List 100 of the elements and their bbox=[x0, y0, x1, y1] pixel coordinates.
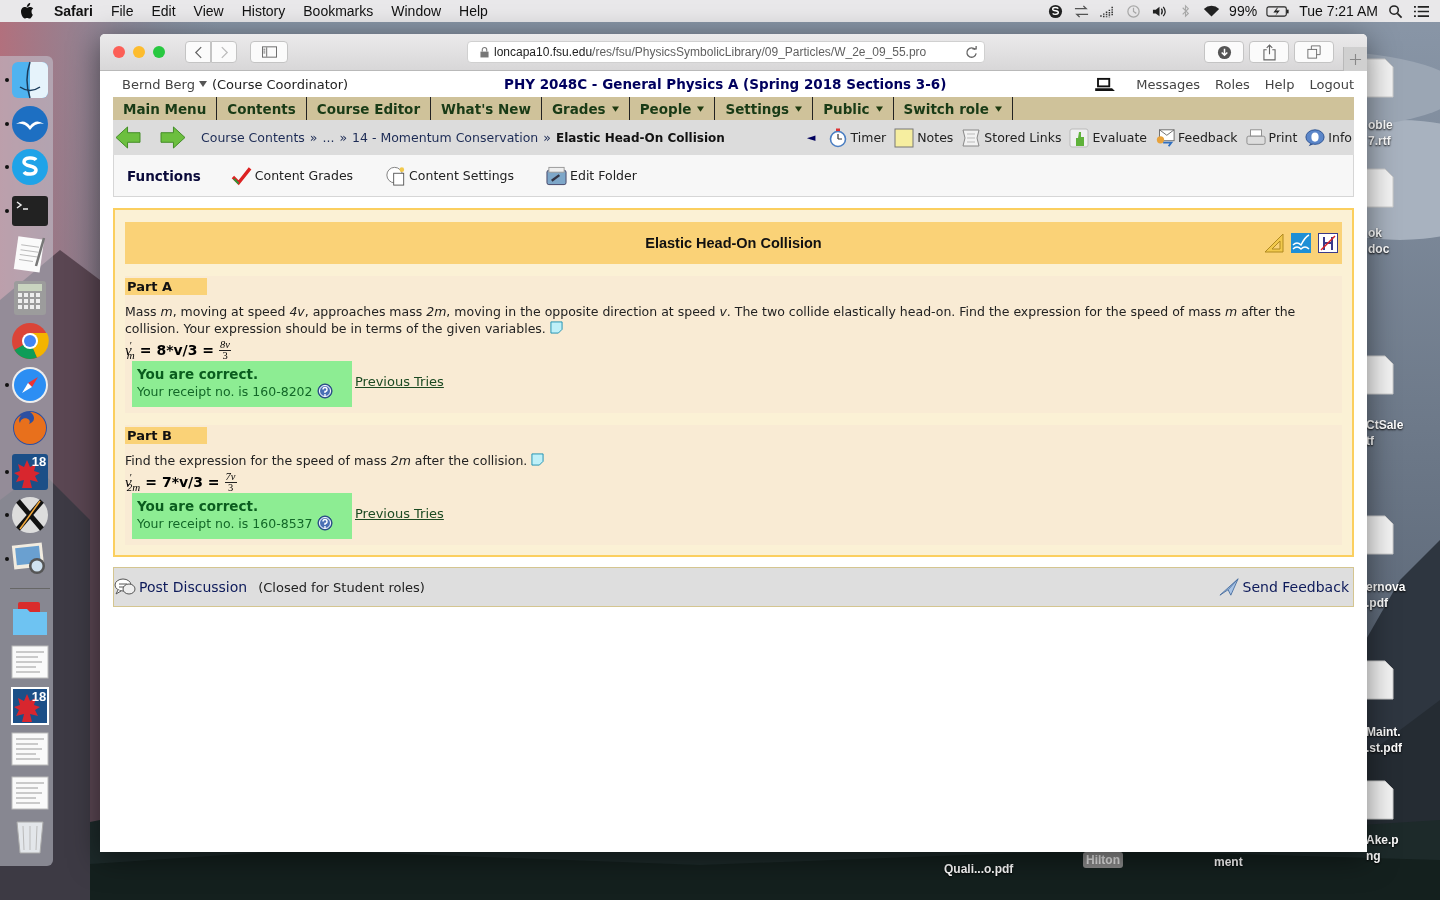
receipt-text: Your receipt no. is 160-8537 bbox=[137, 515, 313, 531]
finder-icon[interactable] bbox=[9, 60, 50, 100]
chrome-icon[interactable] bbox=[9, 321, 50, 361]
header-link[interactable]: Roles bbox=[1215, 76, 1250, 92]
notification-list-icon[interactable] bbox=[1413, 3, 1430, 19]
reload-icon[interactable] bbox=[965, 46, 978, 59]
hint-box-icon[interactable] bbox=[1318, 233, 1338, 253]
tool-link[interactable]: Feedback bbox=[1155, 127, 1238, 148]
help-icon[interactable] bbox=[316, 383, 333, 399]
computer-icon[interactable] bbox=[1095, 76, 1117, 92]
clock[interactable]: Tue 7:21 AM bbox=[1299, 3, 1378, 19]
app-menu[interactable]: Safari bbox=[54, 3, 93, 19]
tool-link[interactable]: Timer bbox=[827, 127, 887, 148]
running-indicator bbox=[4, 165, 9, 169]
x11-icon[interactable] bbox=[9, 495, 50, 535]
tabs-button[interactable] bbox=[1294, 41, 1334, 63]
sync-icon[interactable] bbox=[1073, 3, 1091, 19]
back-button[interactable] bbox=[185, 41, 211, 63]
chevron-left-icon bbox=[193, 45, 203, 59]
file-label[interactable]: ment bbox=[1214, 854, 1243, 870]
breadcrumb-link[interactable]: ... bbox=[322, 130, 335, 145]
document-icon[interactable] bbox=[1364, 660, 1394, 700]
caret-icon bbox=[875, 105, 883, 112]
file-label[interactable]: ok doc bbox=[1368, 225, 1390, 257]
question-text: Find the expression for the speed of mass 2m after the collision. bbox=[125, 452, 1342, 469]
document-thumbnail-icon[interactable] bbox=[9, 642, 50, 682]
share-icon bbox=[1262, 43, 1276, 61]
tool-link[interactable]: Stored Links bbox=[961, 127, 1062, 148]
user-menu[interactable]: Bernd Berg bbox=[122, 76, 207, 92]
mail-icon bbox=[1155, 127, 1176, 148]
search-icon[interactable] bbox=[1387, 3, 1404, 19]
function-link[interactable]: Content Grades bbox=[230, 165, 354, 186]
help-icon[interactable] bbox=[316, 515, 333, 531]
function-link[interactable]: Edit Folder bbox=[546, 165, 637, 186]
breadcrumb-separator: » bbox=[543, 130, 551, 145]
header-link[interactable]: Messages bbox=[1136, 76, 1201, 92]
breadcrumb-link[interactable]: Course Contents bbox=[201, 130, 305, 145]
running-indicator bbox=[4, 469, 9, 474]
lock-icon bbox=[480, 46, 489, 58]
file-label[interactable]: ernova .pdf bbox=[1366, 579, 1406, 611]
answer-fraction: 7v 3 bbox=[224, 471, 237, 493]
document-thumbnail-icon[interactable] bbox=[9, 729, 50, 769]
menu-item[interactable]: Help bbox=[459, 3, 488, 19]
functions-heading: Functions bbox=[127, 167, 201, 184]
downloads-button[interactable] bbox=[1204, 41, 1244, 63]
forward-arrow-icon[interactable] bbox=[159, 126, 186, 149]
menu-item[interactable]: History bbox=[241, 3, 286, 19]
skype-status-icon[interactable] bbox=[1047, 3, 1065, 19]
battery-icon[interactable] bbox=[1266, 4, 1291, 18]
course-title: PHY 2048C - General Physics A (Spring 2018 Sections 3-6) bbox=[504, 76, 947, 92]
file-label[interactable]: Quali...o.pdf bbox=[944, 861, 1014, 877]
wifi-icon[interactable] bbox=[1203, 3, 1221, 19]
previous-tries-link[interactable]: Previous Tries bbox=[355, 505, 444, 521]
close-button[interactable] bbox=[113, 46, 125, 58]
book-icon[interactable] bbox=[1291, 233, 1311, 253]
discussion-note: (Closed for Student roles) bbox=[258, 579, 425, 595]
back-arrow-icon[interactable] bbox=[115, 126, 142, 149]
menu-item[interactable]: Edit bbox=[151, 3, 176, 19]
stopwatch-icon bbox=[827, 127, 848, 148]
submitted-answer: = 7*v/3 = bbox=[145, 474, 220, 490]
menu-item[interactable]: View bbox=[193, 3, 224, 19]
problem-title: Elastic Head-On Collision bbox=[645, 235, 822, 251]
file-label[interactable]: Maint. .st.pdf bbox=[1366, 724, 1402, 756]
tool-link[interactable]: Info bbox=[1305, 127, 1352, 148]
tool-link[interactable]: Evaluate bbox=[1069, 127, 1148, 148]
tool-link[interactable]: Print bbox=[1245, 127, 1298, 148]
paper-plane-icon bbox=[1217, 577, 1240, 597]
post-discussion-link[interactable]: Post Discussion bbox=[139, 579, 248, 595]
address-field[interactable]: loncapa10.fsu.edu/res/fsu/PhysicsSymbolicLibrary/09_Particles/W_2e_09_55.pro bbox=[467, 41, 985, 63]
document-icon[interactable] bbox=[1364, 780, 1394, 820]
note-pad-icon bbox=[894, 127, 915, 148]
sidebar-button[interactable] bbox=[250, 41, 288, 63]
gulls-icon[interactable] bbox=[9, 103, 50, 144]
breadcrumb-link[interactable]: 14 - Momentum Conservation bbox=[352, 130, 539, 145]
file-label[interactable]: CtSale tf bbox=[1366, 417, 1404, 449]
printer-icon bbox=[1245, 127, 1266, 148]
collapse-toggle[interactable]: ◄ bbox=[807, 131, 816, 144]
menu-item[interactable]: Bookmarks bbox=[303, 3, 374, 19]
previous-tries-link[interactable]: Previous Tries bbox=[355, 373, 444, 389]
caret-icon bbox=[697, 105, 705, 112]
tool-link[interactable]: Notes bbox=[894, 127, 954, 148]
header-link[interactable]: Logout bbox=[1309, 76, 1354, 92]
compass-icon[interactable] bbox=[9, 364, 50, 405]
breadcrumb-separator: » bbox=[339, 130, 348, 145]
function-link[interactable]: Content Settings bbox=[385, 165, 515, 186]
file-label[interactable]: Ake.p ng bbox=[1366, 832, 1399, 864]
apple-icon[interactable] bbox=[20, 3, 34, 19]
part-heading: Part B bbox=[125, 427, 207, 444]
chevron-right-icon bbox=[219, 45, 229, 59]
new-tab-button[interactable] bbox=[1343, 47, 1367, 71]
share-button[interactable] bbox=[1249, 41, 1289, 63]
speech-bubbles-icon[interactable] bbox=[114, 577, 136, 597]
breadcrumb-link[interactable]: Elastic Head-On Collision bbox=[555, 130, 725, 145]
running-indicator bbox=[4, 382, 9, 387]
send-feedback-link[interactable]: Send Feedback bbox=[1217, 577, 1353, 597]
menu-item[interactable]: Window bbox=[391, 3, 442, 19]
header-link[interactable]: Help bbox=[1264, 76, 1295, 92]
info-icon bbox=[1305, 127, 1326, 148]
menu-item[interactable]: File bbox=[110, 3, 134, 19]
maple-leaf-icon[interactable]: 18 bbox=[9, 685, 50, 726]
